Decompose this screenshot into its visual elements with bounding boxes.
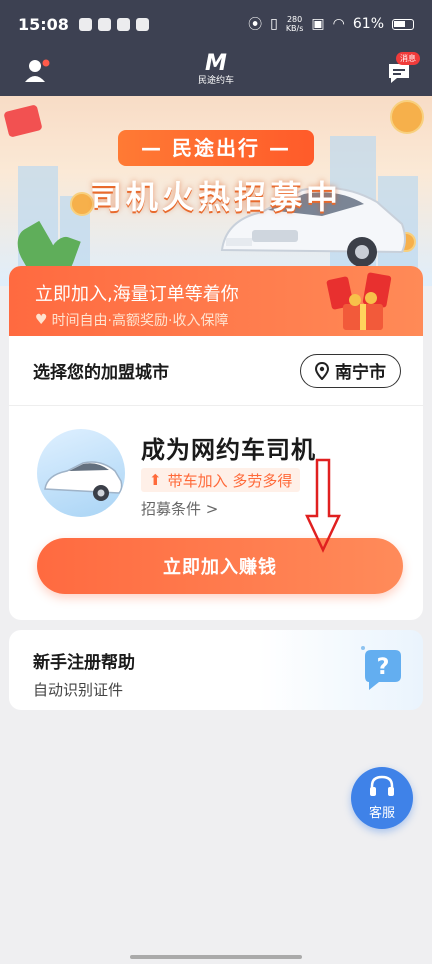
red-arrow-annotation (305, 458, 341, 553)
car-avatar-icon (37, 429, 125, 517)
svg-text:?: ? (377, 655, 390, 680)
driver-section: 成为网约车司机 ⬆ 带车加入 多劳多得 招募条件 > 立即加入赚钱 (9, 406, 423, 616)
status-time: 15:08 (18, 14, 69, 34)
app-bar: M 民途约车 (0, 48, 432, 96)
image-icon (135, 17, 149, 31)
network-speed-value: 280 (286, 15, 303, 24)
heart-icon: ♥ (35, 312, 48, 328)
wifi-icon: ◠ (332, 16, 345, 32)
notification-icons (78, 17, 149, 31)
location-pin-icon (315, 361, 329, 380)
app-logo: M 民途约车 (190, 52, 242, 92)
crown-icon (97, 17, 111, 31)
recruit-header-subtitle: 时间自由·高额奖励·收入保障 (51, 313, 229, 329)
headset-icon (370, 775, 394, 796)
help-title: 新手注册帮助 (33, 653, 135, 673)
customer-service-label: 客服 (368, 806, 395, 821)
check-icon (78, 17, 92, 31)
newbie-help-card[interactable]: 新手注册帮助 自动识别证件 ? (9, 630, 423, 710)
status-bar: 15:08 ⦿ ▯ 280 KB/s ▣ ◠ 61% (0, 0, 432, 48)
red-envelope-icon (3, 104, 43, 138)
recruit-banner: — 民途出行 — 司机火热招募中 (0, 96, 432, 286)
home-indicator[interactable] (130, 955, 302, 959)
gift-box-icon (326, 272, 392, 330)
vibrate-icon: ▯ (270, 16, 278, 32)
logo-text: 民途约车 (197, 76, 234, 86)
arrow-up-icon: ⬆ (149, 471, 162, 489)
location-icon: ⦿ (248, 17, 263, 33)
city-select-button[interactable]: 南宁市 (300, 353, 401, 388)
message-badge: 消息 (396, 52, 420, 65)
driver-tag-text: 带车加入 多劳多得 (167, 471, 293, 490)
banner-pill: — 民途出行 — (118, 130, 314, 166)
battery-percent: 61% (352, 16, 384, 32)
recruit-card-header: 立即加入,海量订单等着你 ♥ 时间自由·高额奖励·收入保障 (9, 266, 423, 336)
banner-headline: 司机火热招募中 (89, 178, 342, 216)
play-icon (116, 17, 130, 31)
question-bubble-icon: ? (361, 646, 401, 690)
logo-mark: M (205, 51, 227, 76)
help-subtitle: 自动识别证件 (33, 681, 124, 699)
driver-title: 成为网约车司机 (141, 436, 316, 464)
city-value: 南宁市 (335, 363, 386, 383)
profile-icon[interactable] (24, 58, 50, 84)
customer-service-button[interactable]: 客服 (351, 767, 413, 829)
sim-icon: ▣ (311, 16, 325, 32)
join-earn-button[interactable]: 立即加入赚钱 (37, 538, 403, 594)
network-speed: 280 KB/s (286, 15, 304, 33)
coin-icon (390, 100, 424, 134)
network-speed-unit: KB/s (285, 24, 304, 33)
battery-icon (392, 18, 414, 30)
status-right: ⦿ ▯ 280 KB/s ▣ ◠ 61% (248, 14, 414, 34)
recruit-card: 立即加入,海量订单等着你 ♥ 时间自由·高额奖励·收入保障 选择您的加盟城市 南… (9, 266, 423, 620)
city-label: 选择您的加盟城市 (33, 363, 169, 383)
city-select-row: 选择您的加盟城市 南宁市 (9, 336, 423, 406)
driver-tag: ⬆ 带车加入 多劳多得 (141, 468, 301, 492)
recruit-conditions-link[interactable]: 招募条件 > (141, 498, 218, 519)
